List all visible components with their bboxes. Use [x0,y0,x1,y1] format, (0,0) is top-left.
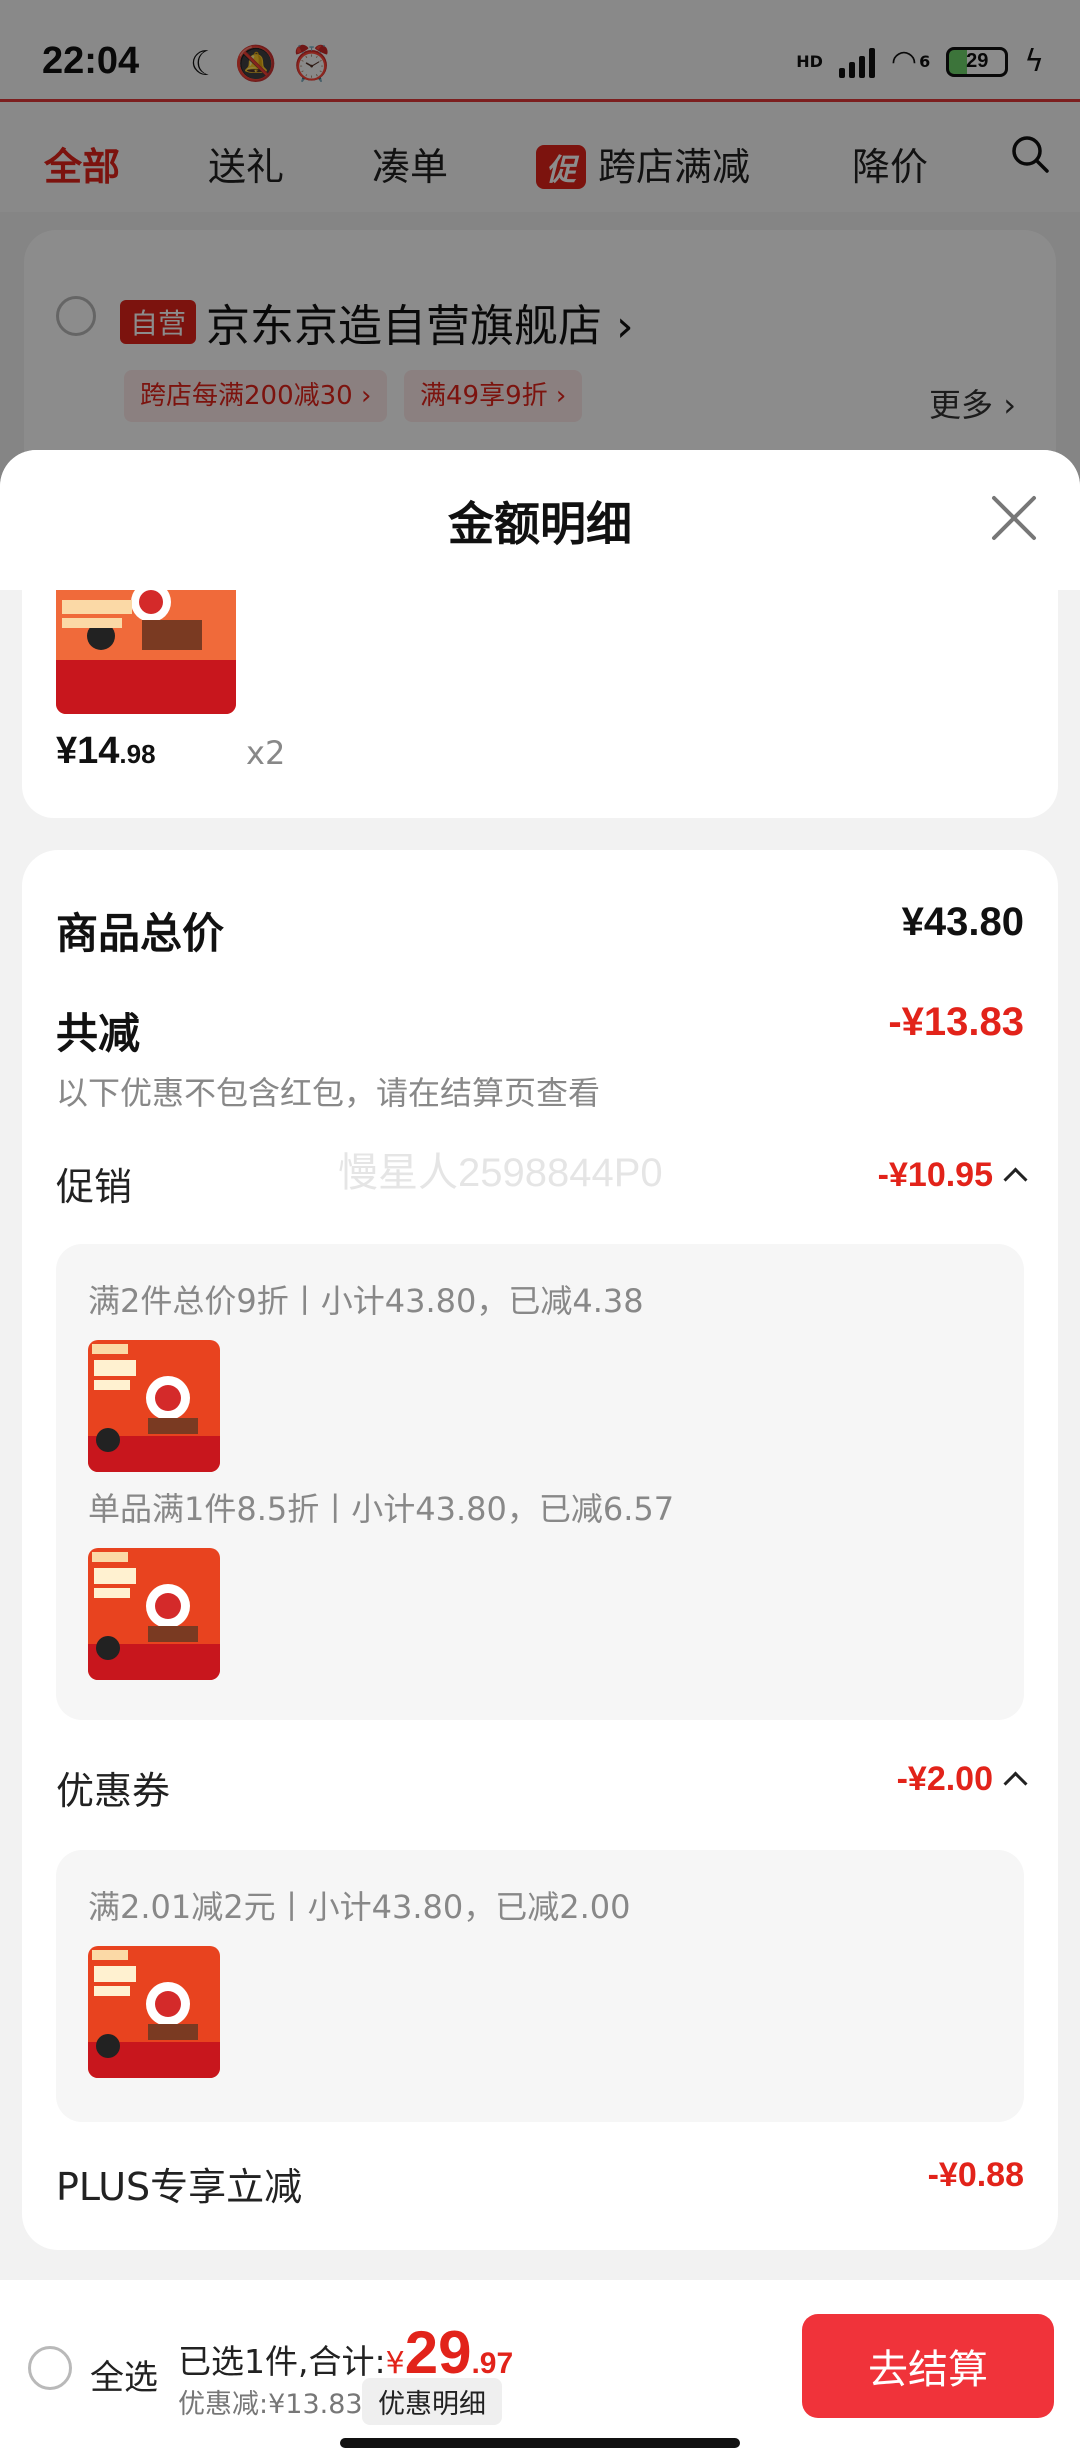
coupon-item-text: 满2.01减2元丨小计43.80，已减2.00 [88,1888,631,1926]
amount-detail-card: 慢星人2598844P0 商品总价 ¥43.80 共减 -¥13.83 以下优惠… [22,850,1058,2250]
total-integer: 29 [404,2319,472,2386]
promo-row[interactable]: 促销 -¥10.95 [56,1156,1028,1211]
promo-label: 促销 [56,1165,133,1209]
sheet-header: 金额明细 [0,450,1080,590]
selected-total: 已选1件,合计:¥29.97 [178,2318,513,2387]
plus-label: PLUS专享立减 [56,2165,303,2209]
promo-item-thumbnail [88,1548,220,1680]
chevron-up-icon [1003,1167,1028,1192]
total-discount-value: -¥13.83 [888,1000,1024,1044]
total-currency: ¥ [385,2346,405,2381]
select-all-radio[interactable] [28,2346,72,2390]
selected-prefix: 已选1件,合计: [178,2342,386,2381]
product-card: ¥14.98 x2 [22,590,1058,818]
total-discount-row: 共减 -¥13.83 [56,1000,1024,1061]
sheet-title: 金额明细 [448,497,632,551]
promo-item-text: 满2件总价9折丨小计43.80，已减4.38 [88,1282,644,1320]
goods-total-row: 商品总价 ¥43.80 [56,900,1024,961]
coupon-row[interactable]: 优惠券 -¥2.00 [56,1760,1028,1815]
product-image [56,590,236,714]
product-quantity: x2 [246,734,286,772]
amount-detail-sheet: 金额明细 ¥14.98 x2 慢星人2598844P0 商品总价 ¥43.80 … [0,450,1080,2280]
coupon-item-thumbnail [88,1946,220,2078]
plus-value: -¥0.88 [927,2156,1024,2194]
coupon-value: -¥2.00 [897,1760,1028,1799]
promo-item-text: 单品满1件8.5折丨小计43.80，已减6.57 [88,1490,675,1528]
total-decimal: .97 [471,2347,514,2380]
home-indicator[interactable] [340,2438,740,2448]
chevron-up-icon [1003,1771,1028,1796]
plus-row: PLUS专享立减 -¥0.88 [56,2156,1024,2211]
close-icon[interactable] [988,492,1040,544]
checkout-button[interactable]: 去结算 [802,2314,1054,2418]
goods-total-value: ¥43.80 [901,900,1024,944]
saved-amount: 优惠减:¥13.83 [178,2389,363,2420]
discount-note: 以下优惠不包含红包，请在结算页查看 [56,1074,601,1112]
select-all-label[interactable]: 全选 [90,2350,158,2399]
checkout-bar: 全选 已选1件,合计:¥29.97 优惠减:¥13.83 优惠明细 去结算 [0,2280,1080,2460]
coupon-label: 优惠券 [56,1769,171,1813]
product-price: ¥14.98 [56,730,156,772]
promo-value: -¥10.95 [878,1156,1028,1195]
goods-total-label: 商品总价 [56,909,225,958]
discount-detail-button[interactable]: 优惠明细 [362,2378,502,2425]
coupon-detail-box: 满2.01减2元丨小计43.80，已减2.00 [56,1850,1024,2122]
promo-detail-box: 满2件总价9折丨小计43.80，已减4.38 单品满1件8.5折丨小计43.80… [56,1244,1024,1720]
promo-item-thumbnail [88,1340,220,1472]
total-discount-label: 共减 [56,1009,141,1058]
